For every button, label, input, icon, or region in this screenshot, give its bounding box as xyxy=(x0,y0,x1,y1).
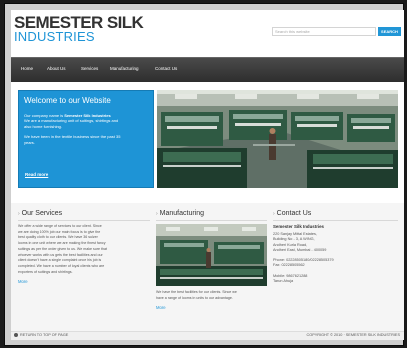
welcome-box: Welcome to our Website Our company name … xyxy=(18,90,154,188)
contact-heading: › Contact Us xyxy=(273,210,398,221)
services-column: › Our Services We offer a wide range of s… xyxy=(18,210,150,284)
manufacturing-text: We have the best facilities for our clie… xyxy=(156,290,237,300)
search-input[interactable] xyxy=(272,27,376,36)
manufacturing-heading: › Manufacturing xyxy=(156,210,267,221)
footer: RETURN TO TOP OF PAGE COPYRIGHT © 2010 ·… xyxy=(11,331,404,340)
chevron-right-icon: › xyxy=(156,211,158,217)
chevron-right-icon: › xyxy=(273,211,275,217)
nav-home[interactable]: Home xyxy=(21,66,33,71)
nav-manufacturing[interactable]: Manufacturing xyxy=(110,66,139,71)
web-page: SEMESTER SILK INDUSTRIES SEARCH Home Abo… xyxy=(11,10,404,340)
chevron-right-icon: › xyxy=(18,211,20,217)
services-heading: › Our Services xyxy=(18,210,150,221)
manufacturing-image xyxy=(156,224,267,286)
contact-column: › Contact Us Semester Silk Industries 220… xyxy=(273,210,398,284)
copyright-text: COPYRIGHT © 2010 · SEMESTER SILK INDUSTR… xyxy=(306,333,400,337)
nav-contact-us[interactable]: Contact Us xyxy=(155,66,177,71)
manufacturing-column: › Manufacturing We have the best faciliti… xyxy=(156,210,267,310)
contact-address: 220 Sanjay Mittal Estates, Building No -… xyxy=(273,232,327,252)
company-name: Semester Silk Industries xyxy=(64,113,111,118)
loom-factory-image xyxy=(157,90,398,188)
contact-company-name: Semester Silk Industries xyxy=(273,224,325,229)
welcome-text: years. xyxy=(24,139,35,145)
nav-services[interactable]: Services xyxy=(81,66,98,71)
manufacturing-more-link[interactable]: More xyxy=(156,305,267,310)
main-navigation: Home About Us Services Manufacturing Con… xyxy=(11,57,404,82)
return-to-top-link[interactable]: RETURN TO TOP OF PAGE xyxy=(14,333,68,337)
logo-subtitle[interactable]: INDUSTRIES xyxy=(14,30,95,44)
read-more-link[interactable]: Read more xyxy=(25,172,48,177)
services-text: We offer a wide range of services to our… xyxy=(18,224,108,274)
arrow-up-icon xyxy=(14,333,18,337)
nav-about-us[interactable]: About Us xyxy=(47,66,66,71)
services-more-link[interactable]: More xyxy=(18,279,150,284)
contact-person: Tarun Ahuja xyxy=(273,279,294,284)
welcome-title: Welcome to our Website xyxy=(24,96,111,105)
content-area: › Our Services We offer a wide range of s… xyxy=(11,203,404,331)
search-button[interactable]: SEARCH xyxy=(378,27,401,36)
